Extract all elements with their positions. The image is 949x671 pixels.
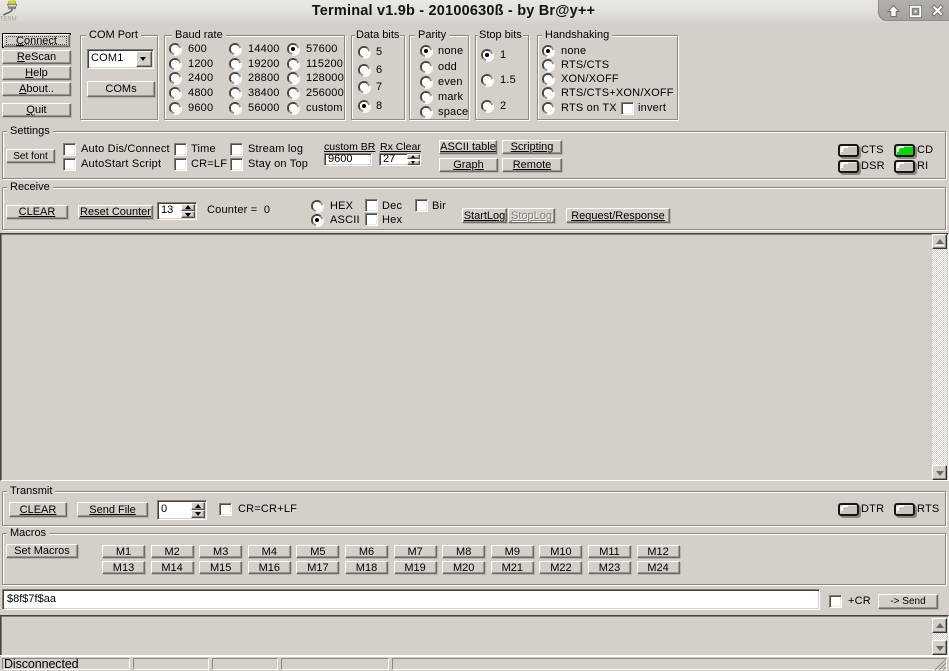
- svg-text:TERM: TERM: [0, 17, 17, 23]
